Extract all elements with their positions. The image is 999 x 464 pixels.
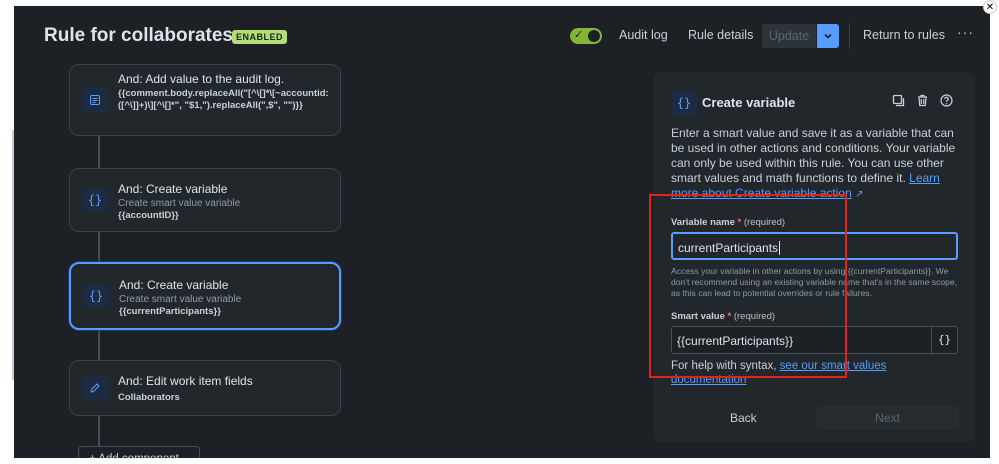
duplicate-icon[interactable] [890,94,906,110]
insert-smart-value-button[interactable]: {} [931,327,957,355]
flow-card-title: And: Create variable [118,182,228,196]
update-button[interactable]: Update [762,24,816,48]
panel-title: Create variable [702,95,796,110]
braces-icon: {} [82,187,108,213]
page-title: Rule for collaborates [44,25,233,46]
update-dropdown-button[interactable] [817,24,839,48]
highlight-annotation-box [649,194,847,378]
flow-card-title: And: Edit work item fields [118,374,253,388]
toggle-knob [588,30,600,42]
check-icon: ✓ [574,29,584,41]
flow-connector [98,330,100,360]
close-icon[interactable]: ✕ [983,0,997,14]
flow-card-detail: Collaborators [118,392,180,403]
external-link-icon[interactable]: ↗ [855,189,863,200]
trash-icon[interactable] [914,94,930,110]
flow-card-subtitle: Create smart value variable [119,294,242,305]
flow-card-edit-work-item[interactable]: And: Edit work item fields Collaborators [69,360,341,416]
header-divider [849,23,850,49]
flow-card-subtitle: Create smart value variable [118,198,241,209]
flow-card-title: And: Add value to the audit log. [118,72,285,86]
flow-card-create-variable-accountid[interactable]: {} And: Create variable Create smart val… [69,168,341,232]
rule-enabled-toggle[interactable]: ✓ [570,28,602,44]
flow-card-title: And: Create variable [119,278,229,292]
panel-description: Enter a smart value and save it as a var… [671,126,961,202]
edit-icon [82,375,108,401]
back-button[interactable]: Back [730,411,757,425]
flow-connector [98,136,100,168]
add-component-button[interactable]: + Add component [78,446,200,458]
flow-card-detail: {{accountID}} [118,210,179,221]
flow-connector [98,232,100,262]
rule-details-button[interactable]: Rule details [688,28,753,42]
braces-icon: {} [937,333,952,346]
audit-log-button[interactable]: Audit log [619,28,668,42]
braces-icon: {} [83,283,109,309]
more-icon[interactable]: ··· [957,24,974,40]
help-icon[interactable] [938,94,954,110]
chevron-down-icon [824,33,832,39]
status-badge: ENABLED [232,30,288,44]
page-header: Rule for collaborates ENABLED ✓ Audit lo… [14,6,990,68]
braces-icon: {} [671,90,697,116]
list-icon [82,87,108,113]
flow-card-create-variable-current-participants[interactable]: {} And: Create variable Create smart val… [69,262,341,330]
flow-card-audit-log[interactable]: And: Add value to the audit log. {{comme… [69,64,341,136]
next-button[interactable]: Next [816,406,959,430]
flow-card-detail: {{currentParticipants}} [119,306,221,317]
return-to-rules-button[interactable]: Return to rules [863,28,945,42]
flow-card-detail: {{comment.body.replaceAll("[^\[]*\[~acco… [118,88,329,111]
